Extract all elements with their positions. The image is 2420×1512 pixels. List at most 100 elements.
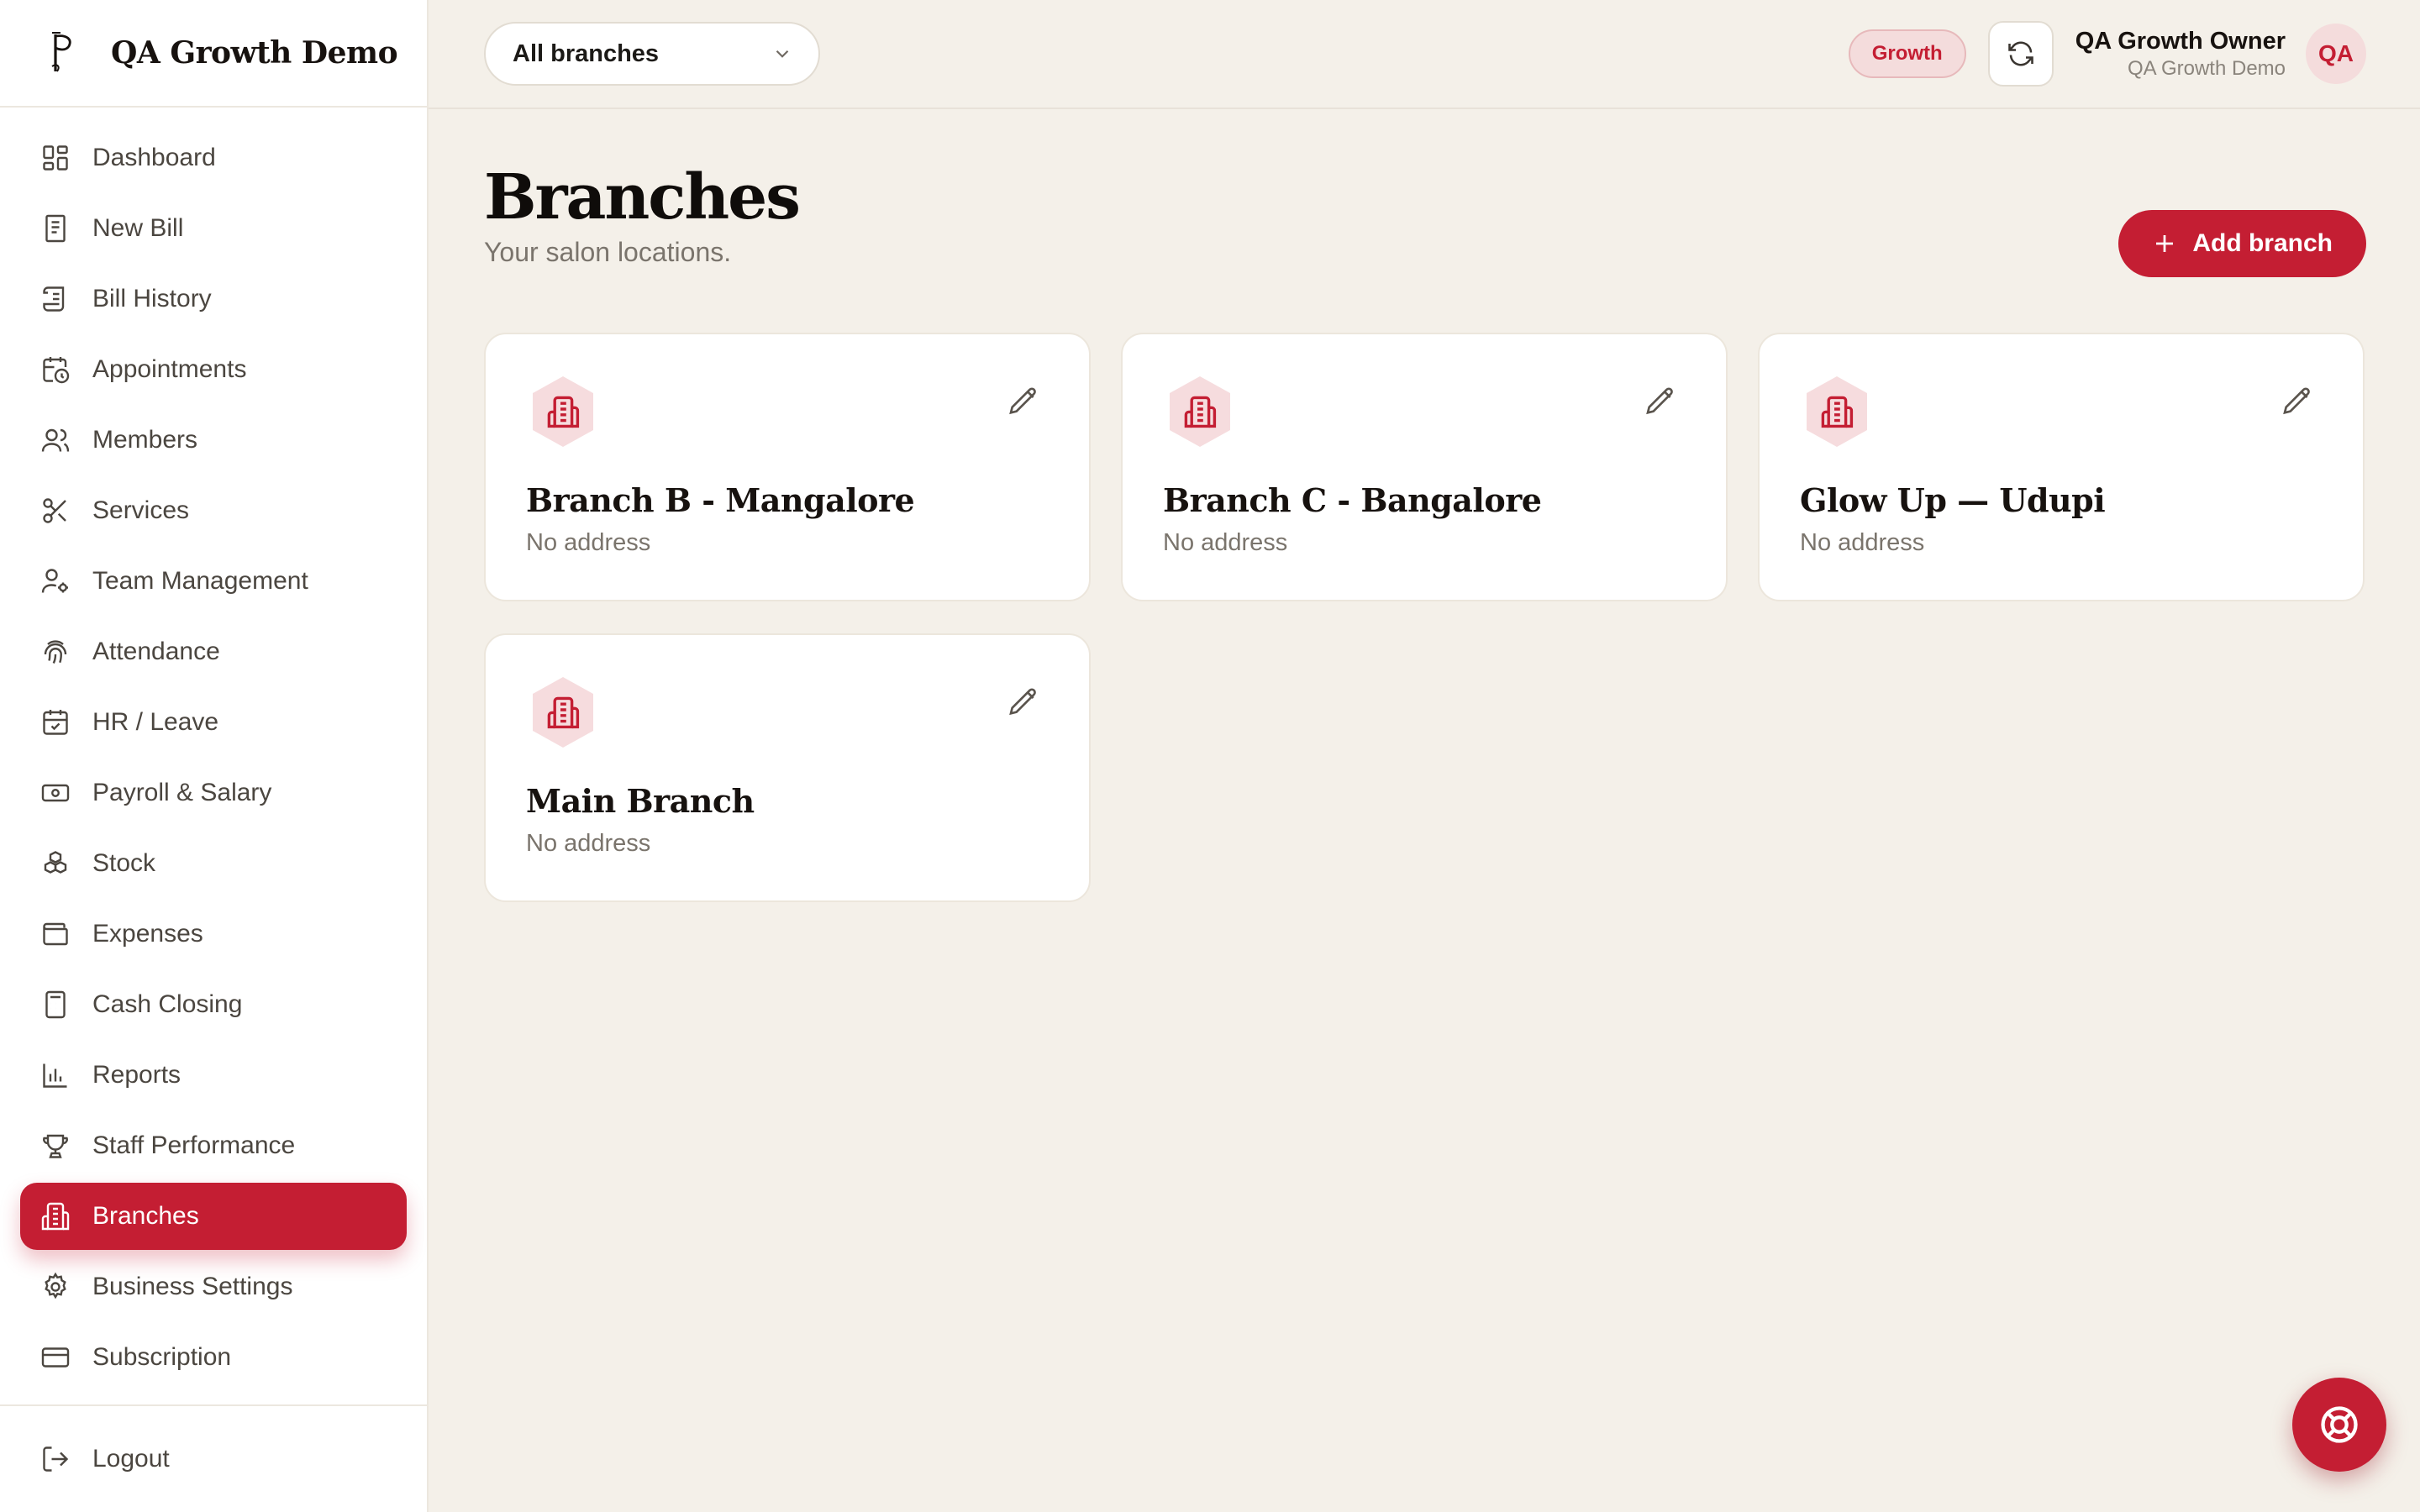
branch-cards: Branch B - Mangalore No address Branch C… [484,333,2365,902]
scissors-icon [43,498,66,523]
sidebar-item-label: Team Management [92,567,308,595]
branch-name: Main Branch [526,782,755,820]
sidebar-item-cash-closing[interactable]: Cash Closing [20,971,407,1038]
branch-card[interactable]: Main Branch No address [484,633,1091,902]
edit-pencil-icon[interactable] [1644,385,1677,418]
sidebar-item-label: Members [92,426,198,454]
sidebar-item-label: HR / Leave [92,708,219,736]
building-icon [533,677,593,748]
sidebar-item-label: Subscription [92,1343,232,1371]
user-cog-icon [41,569,68,593]
sidebar-item-expenses[interactable]: Expenses [20,900,407,968]
branch-select-value: All branches [513,39,660,67]
branch-address: No address [526,529,651,556]
sidebar-item-business-settings[interactable]: Business Settings [20,1253,407,1320]
calendar-check-icon [43,710,68,735]
calculator-icon [45,990,66,1019]
page-title: Branches [484,161,801,234]
sidebar-item-stock[interactable]: Stock [20,830,407,897]
sidebar-item-label: Cash Closing [92,990,243,1018]
receipt-icon [45,214,66,243]
edit-pencil-icon[interactable] [1007,685,1040,719]
sidebar-item-staff-performance[interactable]: Staff Performance [20,1112,407,1179]
sidebar-item-label: Payroll & Salary [92,779,272,806]
add-branch-button[interactable]: Add branch [2118,210,2366,277]
chevron-down-icon [776,50,789,58]
branch-name: Branch C - Bangalore [1163,481,1542,519]
logout-icon [43,1446,69,1472]
users-icon [41,428,70,452]
sidebar-item-members[interactable]: Members [20,407,407,474]
branch-select[interactable]: All branches [484,22,820,86]
sidebar: QA Growth Demo Dashboard New Bill Bill H… [0,0,429,1512]
branch-name: Glow Up — Udupi [1800,481,2106,519]
page-header: Branches Your salon locations. Add branc… [484,160,2366,286]
plus-icon [2156,235,2174,252]
sidebar-item-label: Business Settings [92,1273,293,1300]
logout-button[interactable]: Logout [0,1404,427,1512]
logout-label: Logout [92,1445,170,1473]
help-button[interactable] [2292,1378,2386,1472]
app-root: QA Growth Demo Dashboard New Bill Bill H… [0,0,2420,1512]
sidebar-item-label: Staff Performance [92,1131,296,1159]
refresh-button[interactable] [1987,21,2054,87]
sidebar-item-label: Dashboard [92,144,216,171]
sidebar-item-appointments[interactable]: Appointments [20,336,407,403]
sidebar-item-reports[interactable]: Reports [20,1042,407,1109]
edit-pencil-icon[interactable] [2281,385,2314,418]
main-content: All branches Growth QA Growth Owner QA G… [429,0,2420,1512]
plan-badge: Growth [1848,29,1966,78]
bar-chart-icon [43,1063,67,1088]
boxes-icon [44,851,67,874]
building-icon [533,376,593,447]
edit-pencil-icon[interactable] [1007,385,1040,418]
building-icon [1170,376,1230,447]
refresh-icon [2007,41,2033,66]
credit-card-icon [41,1347,70,1368]
avatar[interactable]: QA [2306,24,2366,84]
sidebar-item-label: Bill History [92,285,212,312]
sidebar-item-team-management[interactable]: Team Management [20,548,407,615]
serif-p-logo-icon [51,32,71,72]
dashboard-icon [43,145,68,171]
sidebar-item-label: Attendance [92,638,220,665]
sidebar-item-dashboard[interactable]: Dashboard [20,124,407,192]
sidebar-item-new-bill[interactable]: New Bill [20,195,407,262]
brand[interactable]: QA Growth Demo [0,0,427,108]
gear-icon [45,1272,66,1299]
sidebar-item-hr-leave[interactable]: HR / Leave [20,689,407,756]
wallet-icon [43,922,68,946]
sidebar-item-label: Expenses [92,920,203,948]
branch-card[interactable]: Branch B - Mangalore No address [484,333,1091,601]
building-icon [41,1202,70,1231]
user-info[interactable]: QA Growth Owner QA Growth Demo [2075,26,2286,81]
trophy-icon [43,1134,68,1158]
branch-card[interactable]: Branch C - Bangalore No address [1121,333,1728,601]
user-name: QA Growth Owner [2075,28,2286,55]
sidebar-item-services[interactable]: Services [20,477,407,544]
scroll-icon [43,286,65,312]
brand-name: QA Growth Demo [111,35,398,71]
add-branch-label: Add branch [2192,229,2333,257]
sidebar-item-bill-history[interactable]: Bill History [20,265,407,333]
sidebar-item-attendance[interactable]: Attendance [20,618,407,685]
sidebar-item-payroll-salary[interactable]: Payroll & Salary [20,759,407,827]
fingerprint-icon [44,640,67,664]
sidebar-item-label: Branches [92,1202,199,1230]
user-business: QA Growth Demo [2127,57,2286,80]
sidebar-item-label: Reports [92,1061,182,1089]
topbar: All branches Growth QA Growth Owner QA G… [429,0,2420,109]
banknote-icon [41,784,70,802]
lifebuoy-icon [2321,1406,2358,1443]
branch-card[interactable]: Glow Up — Udupi No address [1758,333,2365,601]
building-icon [1807,376,1867,447]
sidebar-item-label: Services [92,496,190,524]
sidebar-item-branches[interactable]: Branches [20,1183,407,1250]
sidebar-item-subscription[interactable]: Subscription [20,1324,407,1391]
branch-address: No address [1163,529,1288,556]
branch-address: No address [1800,529,1925,556]
sidebar-item-label: New Bill [92,214,184,242]
page-subtitle: Your salon locations. [484,237,732,267]
branch-address: No address [526,830,651,857]
sidebar-item-label: Stock [92,849,156,877]
